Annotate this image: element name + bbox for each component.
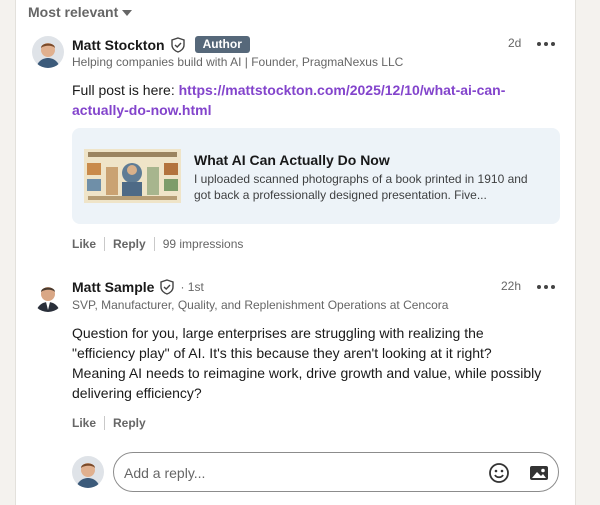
preview-title: What AI Can Actually Do Now xyxy=(194,152,390,168)
comment-time: 22h xyxy=(501,279,522,293)
comment-author-row: Matt Sample · 1st xyxy=(72,279,204,295)
reply-button[interactable]: Reply xyxy=(113,416,146,430)
link-preview-card[interactable]: What AI Can Actually Do Now I uploaded s… xyxy=(72,128,560,224)
comment-text: Full post is here: https://mattstockton.… xyxy=(72,80,552,120)
post-link-line2: actually-do-now.html xyxy=(72,102,212,118)
comment-text: Question for you, large enterprises are … xyxy=(72,325,542,401)
comment-time: 2d xyxy=(508,36,522,50)
author-name[interactable]: Matt Sample xyxy=(72,279,154,295)
avatar[interactable] xyxy=(32,280,64,312)
ellipsis-icon[interactable] xyxy=(534,282,558,292)
author-headline: SVP, Manufacturer, Quality, and Replenis… xyxy=(72,298,449,312)
post-link-line1: https://mattstockton.com/2025/12/10/what… xyxy=(178,82,506,98)
author-badge: Author xyxy=(194,36,250,53)
avatar[interactable] xyxy=(32,36,64,68)
shield-check-icon xyxy=(160,279,175,295)
comment-author-row: Matt Stockton Author xyxy=(72,36,250,53)
connection-degree: · 1st xyxy=(180,280,204,294)
reply-composer xyxy=(113,452,559,492)
ellipsis-icon[interactable] xyxy=(534,39,558,49)
reply-input[interactable] xyxy=(124,462,464,484)
image-icon[interactable] xyxy=(527,461,551,485)
divider xyxy=(153,237,155,251)
avatar xyxy=(72,456,104,488)
shield-check-icon xyxy=(170,36,185,53)
preview-thumbnail xyxy=(84,149,181,203)
impressions-count[interactable]: 99 impressions xyxy=(163,237,244,251)
sort-label: Most relevant xyxy=(28,4,119,20)
emoji-icon[interactable] xyxy=(487,461,511,485)
divider xyxy=(104,416,106,430)
comment-text-prefix: Full post is here: xyxy=(72,82,179,98)
like-button[interactable]: Like xyxy=(72,237,96,251)
sort-dropdown[interactable]: Most relevant xyxy=(28,4,133,20)
divider xyxy=(104,237,106,251)
author-name[interactable]: Matt Stockton xyxy=(72,37,165,53)
like-button[interactable]: Like xyxy=(72,416,96,430)
caret-down-icon xyxy=(122,9,133,16)
preview-description: I uploaded scanned photographs of a book… xyxy=(194,172,528,202)
author-headline: Helping companies build with AI | Founde… xyxy=(72,55,404,69)
comment-actions: Like Reply xyxy=(72,416,146,430)
reply-button[interactable]: Reply xyxy=(113,237,146,251)
comment-actions: Like Reply 99 impressions xyxy=(72,237,243,251)
